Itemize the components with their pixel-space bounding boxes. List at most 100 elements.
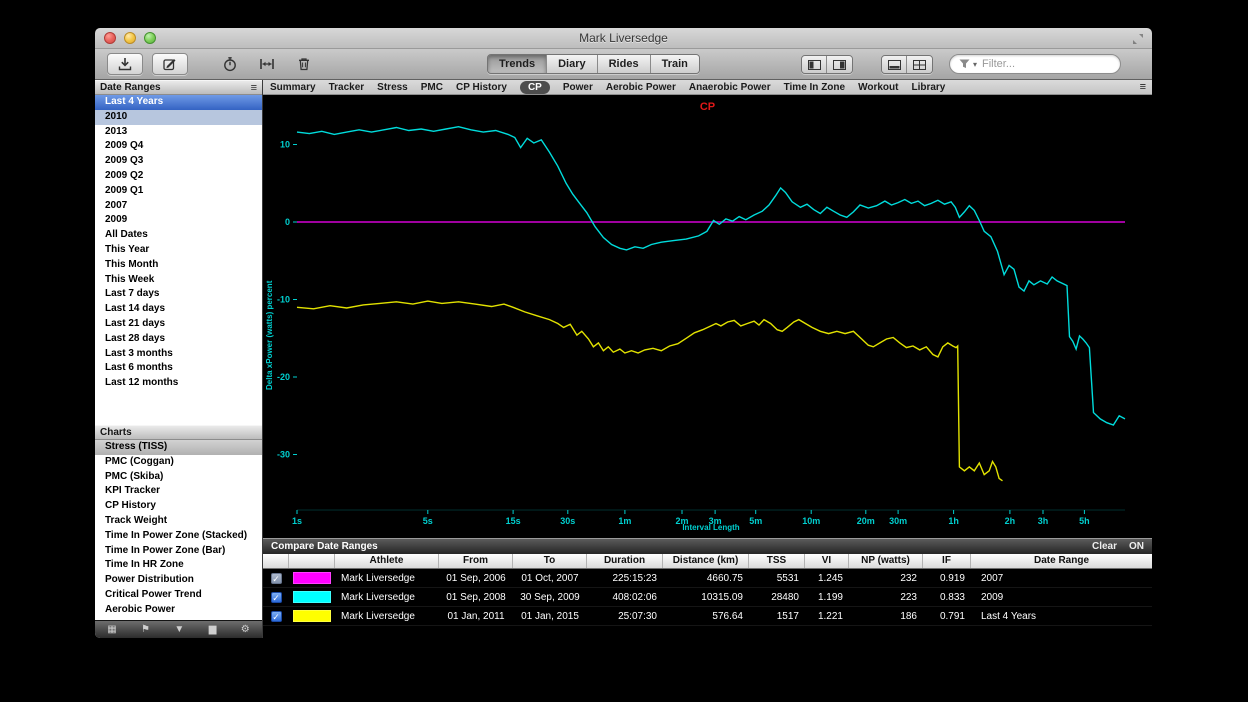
charts-list: Stress (TISS)PMC (Coggan)PMC (Skiba)KPI … [95,440,262,618]
toggle-left-sidebar-button[interactable] [802,56,827,73]
zoom-button[interactable] [144,32,156,44]
chart-item-time-in-power-zone-stacked[interactable]: Time In Power Zone (Stacked) [95,529,262,544]
filter-caret-icon[interactable]: ▾ [973,60,977,69]
column-header-tss: TSS [749,554,805,568]
stopwatch-button[interactable] [216,53,244,75]
date-range-item-2009[interactable]: 2009 [95,213,262,228]
main-tab-time-in-zone[interactable]: Time In Zone [784,81,846,94]
main-tab-summary[interactable]: Summary [270,81,316,94]
cell-from: 01 Jan, 2011 [439,611,513,622]
settings-icon[interactable]: ⚙ [241,621,250,639]
edit-button[interactable] [152,53,188,75]
date-range-item-last-21-days[interactable]: Last 21 days [95,317,262,332]
close-button[interactable] [104,32,116,44]
row-checkbox[interactable]: ✓ [271,592,282,603]
row-checkbox[interactable]: ✓ [271,573,282,584]
date-range-item-this-month[interactable]: This Month [95,258,262,273]
cell-to: 30 Sep, 2009 [513,592,587,603]
chart-item-time-in-hr-zone[interactable]: Time In HR Zone [95,558,262,573]
compare-on-toggle[interactable]: ON [1129,541,1144,552]
save-button[interactable] [107,53,143,75]
chart-item-pmc-skiba[interactable]: PMC (Skiba) [95,470,262,485]
chart-item-kpi-tracker[interactable]: KPI Tracker [95,484,262,499]
date-range-item-2007[interactable]: 2007 [95,199,262,214]
column-header-np-watts: NP (watts) [849,554,923,568]
view-tab-trends[interactable]: Trends [488,55,547,73]
date-ranges-header-label: Date Ranges [100,82,161,93]
filter-icon[interactable]: ▼ [174,621,184,639]
clear-button[interactable]: Clear [1092,541,1117,552]
view-tab-rides[interactable]: Rides [598,55,651,73]
date-range-item-last-28-days[interactable]: Last 28 days [95,332,262,347]
minimize-button[interactable] [124,32,136,44]
calendar-icon[interactable]: ▦ [107,621,116,639]
date-range-item-last-6-months[interactable]: Last 6 months [95,361,262,376]
bookmark-icon[interactable]: ⚑ [141,621,150,639]
main-tab-workout[interactable]: Workout [858,81,898,94]
main-tab-aerobic-power[interactable]: Aerobic Power [606,81,676,94]
chart-icon[interactable]: ▆ [209,621,217,639]
date-range-item-all-dates[interactable]: All Dates [95,228,262,243]
title-bar[interactable]: Mark Liversedge [95,28,1152,49]
date-range-item-2009-q3[interactable]: 2009 Q3 [95,154,262,169]
trash-button[interactable] [290,53,318,75]
date-range-item-2009-q1[interactable]: 2009 Q1 [95,184,262,199]
trash-icon [296,56,312,72]
chart-item-cp-history[interactable]: CP History [95,499,262,514]
chart-item-power-distribution[interactable]: Power Distribution [95,573,262,588]
column-header-distance-km: Distance (km) [663,554,749,568]
main-tab-tracker[interactable]: Tracker [329,81,365,94]
cell-distance: 10315.09 [663,592,749,603]
date-range-item-this-week[interactable]: This Week [95,273,262,288]
main-tab-pmc[interactable]: PMC [421,81,443,94]
cell-date-range: Last 4 Years [971,611,1152,622]
cell-if: 0.791 [923,611,971,622]
intervals-button[interactable] [253,53,281,75]
toggle-grid-view-button[interactable] [907,56,932,73]
chart-item-aerobic-power[interactable]: Aerobic Power [95,603,262,618]
main-tab-cp[interactable]: CP [520,81,550,94]
main-tab-anaerobic-power[interactable]: Anaerobic Power [689,81,771,94]
compare-table-body: ✓Mark Liversedge01 Sep, 200601 Oct, 2007… [263,569,1152,626]
date-ranges-menu-icon[interactable]: ≡ [251,82,257,94]
svg-text:-30: -30 [277,450,290,460]
row-checkbox[interactable]: ✓ [271,611,282,622]
date-range-item-last-4-years[interactable]: Last 4 Years [95,95,262,110]
main-tab-stress[interactable]: Stress [377,81,408,94]
date-range-item-2013[interactable]: 2013 [95,125,262,140]
cp-chart-svg[interactable]: 100-10-20-301s5s15s30s1m2m3m5m10m20m30m1… [263,95,1152,538]
stopwatch-icon [222,56,238,72]
svg-text:-20: -20 [277,372,290,382]
cell-to: 01 Jan, 2015 [513,611,587,622]
cell-athlete: Mark Liversedge [335,611,439,622]
chart-item-track-weight[interactable]: Track Weight [95,514,262,529]
date-range-item-last-12-months[interactable]: Last 12 months [95,376,262,391]
toggle-right-sidebar-button[interactable] [827,56,852,73]
date-range-item-2009-q4[interactable]: 2009 Q4 [95,139,262,154]
tab-bar-menu-icon[interactable]: ≡ [1140,81,1146,93]
main-area: ≡ Summary Tracker Stress PMC CP History CP Pow… [263,80,1152,638]
cp-chart[interactable]: 100-10-20-301s5s15s30s1m2m3m5m10m20m30m1… [263,95,1152,538]
date-range-item-last-14-days[interactable]: Last 14 days [95,302,262,317]
main-tab-cp-history[interactable]: CP History [456,81,507,94]
date-range-item-2010[interactable]: 2010 [95,110,262,125]
date-range-item-this-year[interactable]: This Year [95,243,262,258]
chart-item-pmc-coggan[interactable]: PMC (Coggan) [95,455,262,470]
main-tab-library[interactable]: Library [911,81,945,94]
traffic-lights [104,32,156,44]
date-range-item-last-7-days[interactable]: Last 7 days [95,287,262,302]
date-range-item-2009-q2[interactable]: 2009 Q2 [95,169,262,184]
chart-item-time-in-power-zone-bar[interactable]: Time In Power Zone (Bar) [95,544,262,559]
date-range-item-last-3-months[interactable]: Last 3 months [95,347,262,362]
checkbox-cell: ✓ [263,573,289,584]
swatch-cell [289,610,335,622]
fullscreen-icon[interactable] [1132,33,1144,45]
main-tab-power[interactable]: Power [563,81,593,94]
filter-placeholder: Filter... [982,58,1015,70]
chart-item-stress-tiss[interactable]: Stress (TISS) [95,440,262,455]
view-tab-diary[interactable]: Diary [547,55,598,73]
view-tab-train[interactable]: Train [651,55,699,73]
chart-item-critical-power-trend[interactable]: Critical Power Trend [95,588,262,603]
toggle-bottom-panel-button[interactable] [882,56,907,73]
filter-field[interactable]: ▾ Filter... [949,54,1121,74]
